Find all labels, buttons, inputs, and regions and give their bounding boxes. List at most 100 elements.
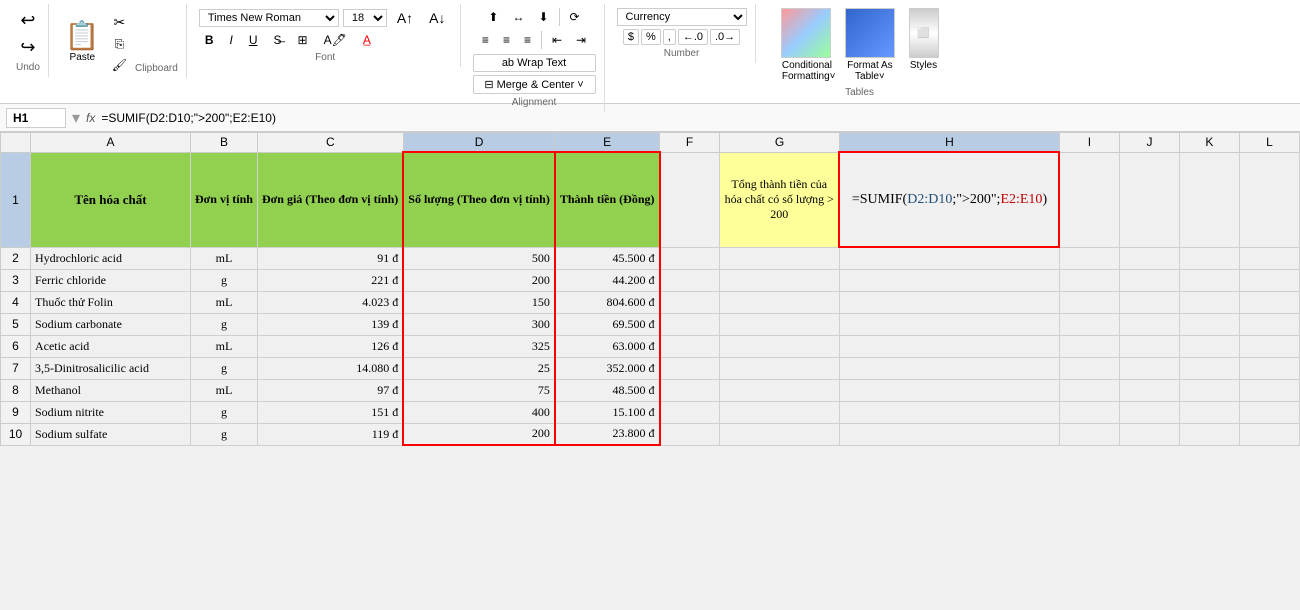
cell-j9[interactable]: [1119, 401, 1179, 423]
cell-j3[interactable]: [1119, 269, 1179, 291]
cell-c7[interactable]: 14.080 đ: [257, 357, 403, 379]
row-header-5[interactable]: 5: [1, 313, 31, 335]
cell-g10[interactable]: [720, 423, 840, 445]
cell-c6[interactable]: 126 đ: [257, 335, 403, 357]
cell-i10[interactable]: [1059, 423, 1119, 445]
dollar-button[interactable]: $: [623, 29, 639, 45]
cell-e10[interactable]: 23.800 đ: [555, 423, 660, 445]
cell-b1[interactable]: Đơn vị tính: [190, 152, 257, 247]
cell-k2[interactable]: [1179, 247, 1239, 269]
row-header-3[interactable]: 3: [1, 269, 31, 291]
cell-e9[interactable]: 15.100 đ: [555, 401, 660, 423]
cell-a10[interactable]: Sodium sulfate: [30, 423, 190, 445]
cell-j4[interactable]: [1119, 291, 1179, 313]
cell-d10[interactable]: 200: [403, 423, 555, 445]
cell-k1[interactable]: [1179, 152, 1239, 247]
fill-color-button[interactable]: A🖊: [318, 31, 353, 49]
col-header-l[interactable]: L: [1239, 133, 1299, 153]
cell-b5[interactable]: g: [190, 313, 257, 335]
cell-c4[interactable]: 4.023 đ: [257, 291, 403, 313]
col-header-i[interactable]: I: [1059, 133, 1119, 153]
conditional-formatting-button[interactable]: ConditionalFormatting˅: [776, 58, 836, 84]
row-header-8[interactable]: 8: [1, 379, 31, 401]
cell-i8[interactable]: [1059, 379, 1119, 401]
cell-i9[interactable]: [1059, 401, 1119, 423]
cell-f10[interactable]: [660, 423, 720, 445]
cell-b8[interactable]: mL: [190, 379, 257, 401]
format-painter-button[interactable]: 🖌: [108, 56, 131, 74]
cell-k9[interactable]: [1179, 401, 1239, 423]
cell-j6[interactable]: [1119, 335, 1179, 357]
col-header-d[interactable]: D: [403, 133, 555, 153]
paste-button[interactable]: 📋 Paste: [61, 17, 104, 65]
bold-button[interactable]: B: [199, 31, 220, 49]
cell-h8[interactable]: [839, 379, 1059, 401]
cell-j7[interactable]: [1119, 357, 1179, 379]
font-color-button[interactable]: A̲: [357, 31, 377, 49]
row-header-6[interactable]: 6: [1, 335, 31, 357]
cell-e6[interactable]: 63.000 đ: [555, 335, 660, 357]
cell-k4[interactable]: [1179, 291, 1239, 313]
cell-k8[interactable]: [1179, 379, 1239, 401]
decrease-decimal-button[interactable]: ←.0: [678, 29, 708, 45]
align-bottom-button[interactable]: ⬇: [532, 8, 554, 26]
cell-a3[interactable]: Ferric chloride: [30, 269, 190, 291]
cell-h6[interactable]: [839, 335, 1059, 357]
cell-j8[interactable]: [1119, 379, 1179, 401]
cell-l6[interactable]: [1239, 335, 1299, 357]
col-header-f[interactable]: F: [660, 133, 720, 153]
cell-b10[interactable]: g: [190, 423, 257, 445]
formula-input[interactable]: [101, 111, 1294, 125]
cell-h10[interactable]: [839, 423, 1059, 445]
cell-g3[interactable]: [720, 269, 840, 291]
cell-b2[interactable]: mL: [190, 247, 257, 269]
cell-a5[interactable]: Sodium carbonate: [30, 313, 190, 335]
cell-c2[interactable]: 91 đ: [257, 247, 403, 269]
col-header-k[interactable]: K: [1179, 133, 1239, 153]
align-right-button[interactable]: ≡: [518, 31, 537, 49]
cell-h3[interactable]: [839, 269, 1059, 291]
cell-e1[interactable]: Thành tiền (Đồng): [555, 152, 660, 247]
row-header-10[interactable]: 10: [1, 423, 31, 445]
font-size-select[interactable]: 18: [343, 9, 387, 27]
row-header-9[interactable]: 9: [1, 401, 31, 423]
cell-h2[interactable]: [839, 247, 1059, 269]
indent-increase-button[interactable]: ⇥: [570, 31, 592, 49]
cell-a4[interactable]: Thuốc thử Folin: [30, 291, 190, 313]
cell-c5[interactable]: 139 đ: [257, 313, 403, 335]
increase-font-button[interactable]: A↑: [391, 8, 419, 28]
col-header-c[interactable]: C: [257, 133, 403, 153]
cell-e2[interactable]: 45.500 đ: [555, 247, 660, 269]
redo-button[interactable]: ↪: [18, 35, 37, 60]
row-header-2[interactable]: 2: [1, 247, 31, 269]
cell-b9[interactable]: g: [190, 401, 257, 423]
borders-button[interactable]: ⊞: [292, 31, 314, 49]
cell-d7[interactable]: 25: [403, 357, 555, 379]
cell-g2[interactable]: [720, 247, 840, 269]
cell-b6[interactable]: mL: [190, 335, 257, 357]
cell-f2[interactable]: [660, 247, 720, 269]
percent-button[interactable]: %: [641, 29, 661, 45]
cell-j2[interactable]: [1119, 247, 1179, 269]
cell-c10[interactable]: 119 đ: [257, 423, 403, 445]
cell-g5[interactable]: [720, 313, 840, 335]
cell-a9[interactable]: Sodium nitrite: [30, 401, 190, 423]
cell-b7[interactable]: g: [190, 357, 257, 379]
cell-i1[interactable]: [1059, 152, 1119, 247]
cell-f3[interactable]: [660, 269, 720, 291]
font-name-select[interactable]: Times New Roman: [199, 9, 339, 27]
cell-k10[interactable]: [1179, 423, 1239, 445]
copy-button[interactable]: ⎘: [108, 35, 131, 54]
cell-h9[interactable]: [839, 401, 1059, 423]
align-top-button[interactable]: ⬆: [482, 8, 504, 26]
cell-d1[interactable]: Số lượng (Theo đơn vị tính): [403, 152, 555, 247]
cell-i4[interactable]: [1059, 291, 1119, 313]
row-header-1[interactable]: 1: [1, 152, 31, 247]
align-center-button[interactable]: ≡: [497, 31, 516, 49]
cell-j5[interactable]: [1119, 313, 1179, 335]
cell-i3[interactable]: [1059, 269, 1119, 291]
cell-d2[interactable]: 500: [403, 247, 555, 269]
align-left-button[interactable]: ≡: [476, 31, 495, 49]
cell-f9[interactable]: [660, 401, 720, 423]
cell-l10[interactable]: [1239, 423, 1299, 445]
